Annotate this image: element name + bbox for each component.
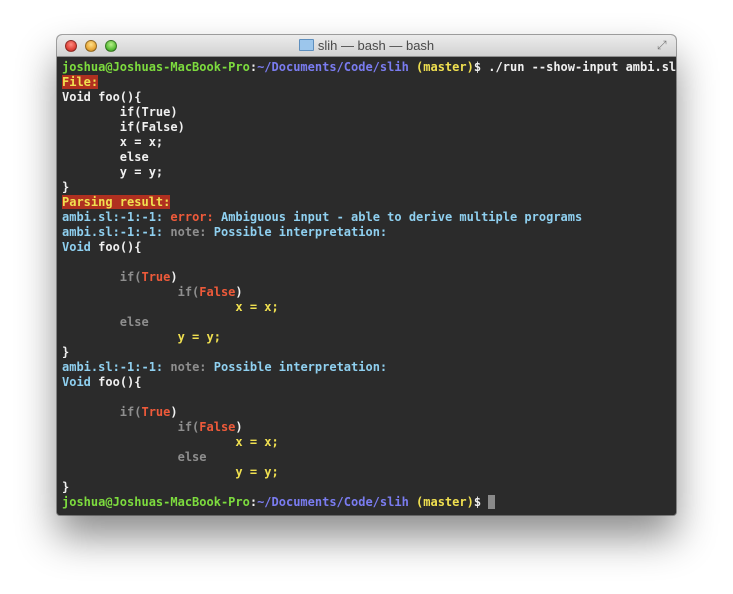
interp-line: y = y;: [235, 465, 279, 479]
interp-line: x = x;: [235, 300, 279, 314]
source-line: y = y;: [62, 165, 164, 179]
error-line: ambi.sl:-1:-1: error: Ambiguous input - …: [62, 210, 583, 224]
source-line: if(True): [62, 105, 178, 119]
folder-icon: [298, 39, 314, 51]
interp-line: y = y;: [177, 330, 221, 344]
source-line: }: [62, 180, 70, 194]
file-header: File:: [62, 75, 99, 89]
interp-line: else: [177, 450, 207, 464]
prompt-branch: (master): [416, 60, 474, 74]
note-label: note:: [170, 225, 207, 239]
interp-line: [62, 390, 676, 405]
prompt-user-host: joshua@Joshuas-MacBook-Pro: [62, 495, 250, 509]
title-bar[interactable]: slih — bash — bash ⤢: [57, 35, 676, 57]
source-line: if(False): [62, 120, 185, 134]
interp-line: Void foo(){: [62, 240, 142, 254]
interp-line: }: [62, 480, 70, 494]
window-title: slih — bash — bash: [57, 38, 676, 53]
interp-line: }: [62, 345, 70, 359]
window-title-text: slih — bash — bash: [317, 38, 435, 53]
interp-line: x = x;: [235, 435, 279, 449]
interp-line: Void foo(){: [62, 375, 142, 389]
file-header-line: File:: [62, 75, 676, 90]
note-message: Possible interpretation:: [213, 225, 388, 239]
interp-line: if(True): [119, 405, 178, 419]
terminal-window: slih — bash — bash ⤢ joshua@Joshuas-MacB…: [57, 35, 676, 515]
prompt-user-host: joshua@Joshuas-MacBook-Pro: [62, 60, 250, 74]
interp-line: if(False): [177, 285, 243, 299]
source-line: else: [62, 150, 149, 164]
parsing-header-line: Parsing result:: [62, 195, 676, 210]
source-line: Void foo(){: [62, 90, 142, 104]
interp-line: if(False): [177, 420, 243, 434]
source-line: x = x;: [62, 135, 164, 149]
note-label: note:: [170, 360, 207, 374]
text-cursor[interactable]: [488, 495, 496, 509]
prompt-path: ~/Documents/Code/slih: [257, 60, 409, 74]
note-line: ambi.sl:-1:-1: note: Possible interpreta…: [62, 225, 388, 239]
fullscreen-icon[interactable]: ⤢: [657, 39, 670, 52]
command-text: ./run --show-input ambi.sl: [488, 60, 676, 74]
prompt-line: joshua@Joshuas-MacBook-Pro:~/Documents/C…: [62, 495, 676, 510]
interp-line: if(True): [119, 270, 178, 284]
prompt-branch: (master): [416, 495, 474, 509]
interp-line: else: [119, 315, 149, 329]
parsing-header: Parsing result:: [62, 195, 171, 209]
error-label: error:: [170, 210, 214, 224]
error-message: Ambiguous input - able to derive multipl…: [220, 210, 583, 224]
prompt-path: ~/Documents/Code/slih: [257, 495, 409, 509]
note-line: ambi.sl:-1:-1: note: Possible interpreta…: [62, 360, 388, 374]
interp-line: [62, 255, 676, 270]
terminal-output[interactable]: joshua@Joshuas-MacBook-Pro:~/Documents/C…: [57, 57, 676, 515]
note-message: Possible interpretation:: [213, 360, 388, 374]
prompt-line: joshua@Joshuas-MacBook-Pro:~/Documents/C…: [62, 60, 676, 74]
